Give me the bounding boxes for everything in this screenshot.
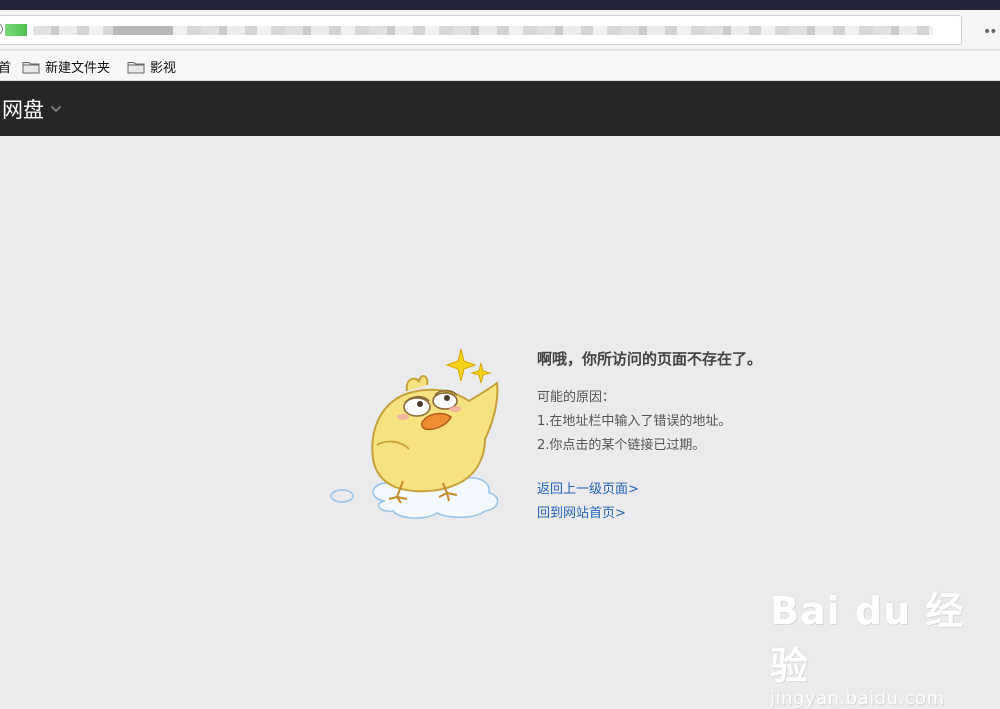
home-link[interactable]: 回到网站首页> — [537, 502, 762, 526]
error-panel: 啊哦，你所访问的页面不存在了。 可能的原因： 1.在地址栏中输入了错误的地址。 … — [537, 348, 762, 526]
reason-item: 2.你点击的某个链接已过期。 — [537, 438, 706, 453]
more-menu-icon[interactable]: •• — [983, 24, 997, 40]
baidu-jingyan-watermark: Bai du 经验 jingyan.baidu.com — [770, 580, 1000, 709]
chevron-down-icon — [50, 105, 62, 113]
error-title: 啊哦，你所访问的页面不存在了。 — [537, 350, 763, 368]
folder-icon — [22, 61, 40, 73]
bookmarks-bar: 首 新建文件夹 影视 — [0, 51, 1000, 81]
window-top-strip — [0, 0, 1000, 10]
address-bar: •• — [0, 10, 1000, 50]
back-link[interactable]: 返回上一级页面> — [537, 478, 762, 502]
site-info-icon[interactable] — [0, 23, 3, 35]
chick-illustration — [330, 348, 499, 519]
reasons-heading: 可能的原因： — [537, 390, 616, 405]
bookmark-item-video[interactable]: 影视 — [127, 57, 176, 76]
bookmark-item-new-folder[interactable]: 新建文件夹 — [22, 57, 110, 76]
folder-icon — [127, 61, 145, 73]
brand-label: 网盘 — [2, 98, 44, 122]
bookmark-label: 新建文件夹 — [45, 61, 111, 76]
url-input[interactable] — [0, 15, 962, 45]
bookmark-label: 影视 — [150, 61, 177, 76]
bookmark-label: 首 — [0, 61, 12, 76]
app-header: 网盘 — [0, 81, 1000, 136]
watermark-logo: Bai du 经验 — [770, 589, 965, 688]
secure-indicator-icon — [5, 24, 27, 36]
brand-menu[interactable]: 网盘 — [2, 94, 62, 124]
reason-item: 1.在地址栏中输入了错误的地址。 — [537, 414, 732, 429]
url-text-blurred-segment — [113, 26, 173, 35]
watermark-url: jingyan.baidu.com — [770, 688, 945, 709]
bookmark-item-home[interactable]: 首 — [0, 57, 11, 76]
